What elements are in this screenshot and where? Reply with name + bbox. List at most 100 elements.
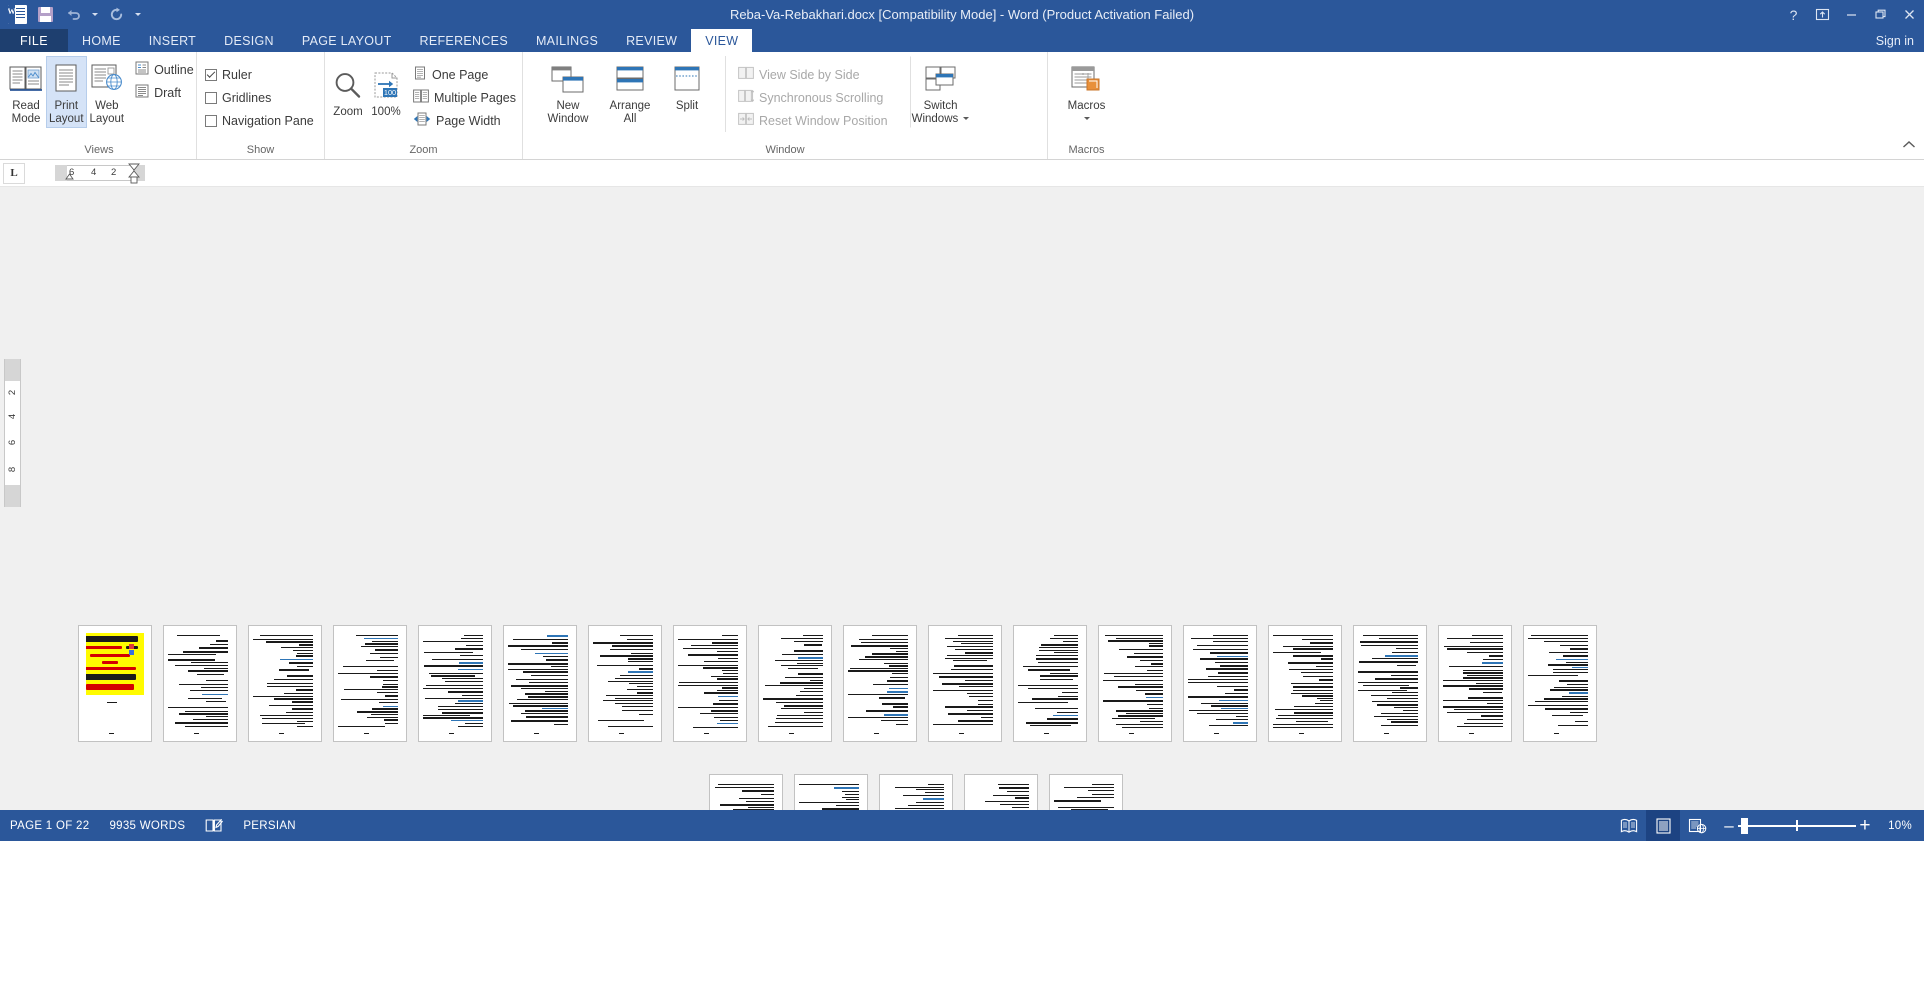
page-thumbnail[interactable] xyxy=(1438,625,1512,742)
gridlines-checkbox[interactable] xyxy=(205,91,217,104)
minimize-button[interactable] xyxy=(1837,0,1866,29)
window-controls: ? xyxy=(1779,0,1924,29)
ruler-checkbox-row[interactable]: Ruler xyxy=(201,63,318,86)
collapse-ribbon-icon[interactable] xyxy=(1902,137,1916,155)
ribbon-display-options-icon[interactable] xyxy=(1808,0,1837,29)
zoom-slider-thumb[interactable] xyxy=(1741,818,1749,834)
macros-dropdown-icon[interactable] xyxy=(1083,117,1090,120)
gridlines-checkbox-row[interactable]: Gridlines xyxy=(201,86,318,109)
navigation-pane-checkbox-row[interactable]: Navigation Pane xyxy=(201,109,318,132)
word-count[interactable]: 9935 WORDS xyxy=(99,810,195,841)
ruler-right-indent-marker[interactable] xyxy=(128,163,140,185)
page-thumbnail[interactable] xyxy=(843,625,917,742)
page-thumbnail[interactable] xyxy=(1049,774,1123,810)
switch-windows-dropdown-icon[interactable] xyxy=(963,117,970,121)
zoom-out-button[interactable]: – xyxy=(1720,810,1738,841)
page-thumbnail[interactable] xyxy=(928,625,1002,742)
new-window-button[interactable]: New Window xyxy=(537,56,599,128)
reset-window-position-button[interactable]: Reset Window Position xyxy=(734,109,892,132)
page-thumbnail[interactable] xyxy=(1013,625,1087,742)
ruler-left-indent-marker[interactable] xyxy=(65,171,74,183)
outline-button[interactable]: Outline xyxy=(131,58,198,81)
multiple-pages-button[interactable]: Multiple Pages xyxy=(409,86,520,109)
read-mode-button[interactable]: Read Mode xyxy=(6,56,46,128)
page-thumbnail[interactable] xyxy=(1353,625,1427,742)
page-thumbnail[interactable] xyxy=(333,625,407,742)
tab-view[interactable]: VIEW xyxy=(691,29,753,52)
help-icon[interactable]: ? xyxy=(1779,0,1808,29)
page-thumbnail[interactable] xyxy=(879,774,953,810)
tab-design[interactable]: DESIGN xyxy=(210,29,288,52)
arrange-all-button[interactable]: Arrange All xyxy=(599,56,661,128)
navigation-pane-checkbox[interactable] xyxy=(205,114,217,127)
gridlines-label: Gridlines xyxy=(222,90,272,105)
page-thumbnail[interactable] xyxy=(503,625,577,742)
zoom-slider[interactable]: – + xyxy=(1714,810,1880,841)
page-thumbnail[interactable] xyxy=(163,625,237,742)
draft-button[interactable]: Draft xyxy=(131,81,198,104)
zoom-dialog-button[interactable]: Zoom xyxy=(329,62,367,121)
undo-icon[interactable] xyxy=(60,2,86,28)
restore-button[interactable] xyxy=(1866,0,1895,29)
page-thumbnail[interactable] xyxy=(794,774,868,810)
page-content xyxy=(1358,630,1422,737)
language-indicator[interactable]: PERSIAN xyxy=(233,810,306,841)
horizontal-ruler[interactable]: 6 4 2 xyxy=(55,163,145,184)
page-thumbnail[interactable] xyxy=(709,774,783,810)
one-page-icon xyxy=(413,66,427,83)
zoom-slider-track[interactable] xyxy=(1738,810,1857,841)
page-thumbnail[interactable] xyxy=(1523,625,1597,742)
tab-home[interactable]: HOME xyxy=(68,29,135,52)
ribbon-group-views: Read Mode Print Layout Web Layout Outlin… xyxy=(2,52,196,159)
synchronous-scrolling-button[interactable]: Synchronous Scrolling xyxy=(734,86,892,109)
page-indicator[interactable]: PAGE 1 OF 22 xyxy=(0,810,99,841)
switch-windows-label-2-text: Windows xyxy=(911,113,959,125)
reset-window-position-label: Reset Window Position xyxy=(759,113,888,128)
page-thumbnail[interactable] xyxy=(1098,625,1172,742)
page-thumbnail[interactable] xyxy=(588,625,662,742)
page-thumbnail[interactable] xyxy=(418,625,492,742)
tab-stop-selector[interactable]: L xyxy=(3,162,25,184)
tab-page-layout[interactable]: PAGE LAYOUT xyxy=(288,29,406,52)
zoom-in-button[interactable]: + xyxy=(1856,810,1874,841)
one-page-button[interactable]: One Page xyxy=(409,63,520,86)
switch-windows-button[interactable]: Switch Windows xyxy=(909,56,972,128)
page-thumbnail[interactable] xyxy=(758,625,832,742)
tab-review[interactable]: REVIEW xyxy=(612,29,691,52)
reset-window-position-icon xyxy=(738,112,754,129)
redo-icon[interactable] xyxy=(103,2,129,28)
save-icon[interactable] xyxy=(32,2,58,28)
proofing-errors-icon[interactable] xyxy=(195,810,233,841)
customize-quick-access-icon[interactable] xyxy=(131,2,144,28)
page-content xyxy=(714,779,778,810)
sign-in-link[interactable]: Sign in xyxy=(1876,29,1914,52)
document-canvas[interactable]: 2 4 6 8 xyxy=(0,187,1924,810)
page-thumbnail[interactable] xyxy=(1183,625,1257,742)
zoom-level-label[interactable]: 10% xyxy=(1880,820,1924,832)
tab-mailings[interactable]: MAILINGS xyxy=(522,29,612,52)
tab-references[interactable]: REFERENCES xyxy=(406,29,522,52)
zoom-100-button[interactable]: 100 100% xyxy=(367,62,405,121)
ribbon: Read Mode Print Layout Web Layout Outlin… xyxy=(0,52,1924,160)
page-thumbnail[interactable] xyxy=(1268,625,1342,742)
macros-button[interactable]: Macros xyxy=(1056,56,1118,122)
close-button[interactable] xyxy=(1895,0,1924,29)
page-thumbnail[interactable] xyxy=(248,625,322,742)
view-read-mode-button[interactable] xyxy=(1612,810,1646,841)
page-thumbnail[interactable] xyxy=(964,774,1038,810)
ruler-checkbox[interactable] xyxy=(205,68,217,81)
view-print-layout-button[interactable] xyxy=(1646,810,1681,841)
page-width-button[interactable]: Page Width xyxy=(409,109,520,132)
tab-file[interactable]: FILE xyxy=(0,29,68,52)
word-app-icon[interactable]: W xyxy=(4,2,30,28)
tab-insert[interactable]: INSERT xyxy=(135,29,210,52)
view-side-by-side-button[interactable]: View Side by Side xyxy=(734,63,892,86)
split-button[interactable]: Split xyxy=(661,56,713,115)
page-content xyxy=(1103,630,1167,737)
web-layout-button[interactable]: Web Layout xyxy=(87,56,128,128)
print-layout-button[interactable]: Print Layout xyxy=(46,56,87,128)
undo-dropdown-icon[interactable] xyxy=(88,2,101,28)
page-thumbnail[interactable] xyxy=(78,625,152,742)
page-thumbnail[interactable] xyxy=(673,625,747,742)
view-web-layout-button[interactable] xyxy=(1680,810,1714,841)
